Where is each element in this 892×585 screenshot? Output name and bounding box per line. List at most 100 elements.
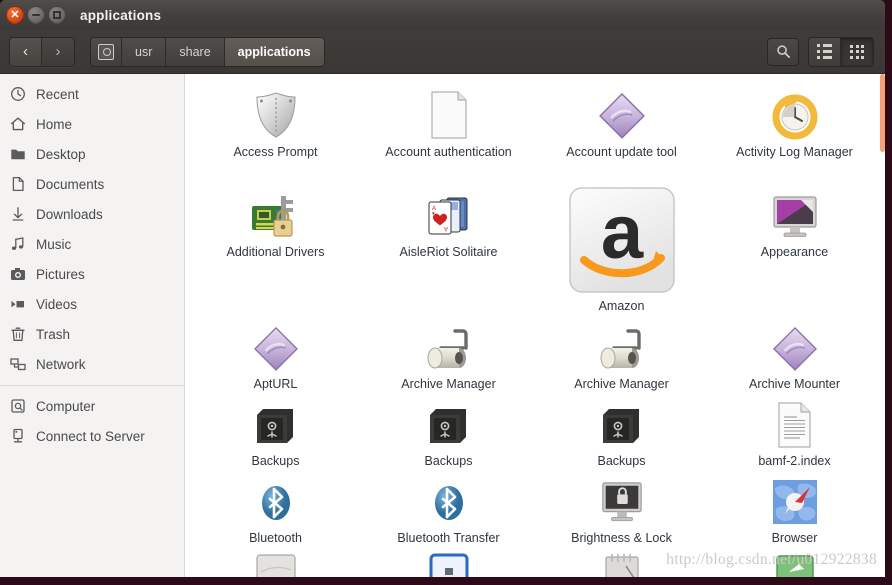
file-name: bamf-2.index — [758, 454, 831, 468]
file-item[interactable]: Additional Drivers — [189, 180, 362, 315]
file-item[interactable] — [362, 546, 535, 577]
sidebar-divider — [0, 385, 184, 386]
file-name: Archive Manager — [574, 377, 669, 391]
file-item[interactable]: Account update tool — [535, 80, 708, 180]
sidebar-item-pictures[interactable]: Pictures — [0, 259, 184, 289]
sidebar-item-label: Desktop — [36, 146, 86, 162]
file-item[interactable]: bamf-2.index — [708, 392, 881, 469]
sidebar-item-label: Connect to Server — [36, 428, 145, 444]
search-button[interactable] — [767, 37, 799, 66]
breadcrumb: usr share applications — [90, 36, 325, 67]
file-item[interactable]: Account authentication — [362, 80, 535, 180]
sidebar-item-desktop[interactable]: Desktop — [0, 139, 184, 169]
search-icon — [776, 45, 790, 58]
sidebar-item-label: Recent — [36, 86, 79, 102]
camera-icon — [9, 266, 26, 283]
breadcrumb-item-usr[interactable]: usr — [122, 37, 167, 66]
playing-cards-icon: A ♥ A — [425, 186, 473, 240]
file-name: Appearance — [760, 245, 829, 259]
minimize-button[interactable] — [27, 6, 45, 24]
file-item[interactable]: Backups — [189, 392, 362, 469]
file-item[interactable]: Appearance — [708, 180, 881, 315]
blank-document-icon — [428, 86, 470, 140]
file-item[interactable]: Backups — [535, 392, 708, 469]
back-button[interactable]: ‹ — [10, 37, 42, 66]
file-name: Brightness & Lock — [571, 531, 672, 545]
file-name: Archive Manager — [401, 377, 496, 391]
file-item[interactable]: Backups — [362, 392, 535, 469]
bluetooth-icon — [426, 475, 472, 526]
sidebar-item-recent[interactable]: Recent — [0, 79, 184, 109]
monitor-lock-icon — [599, 475, 645, 526]
file-item[interactable]: Access Prompt — [189, 80, 362, 180]
clock-icon — [9, 86, 26, 103]
sidebar-item-label: Downloads — [36, 206, 103, 222]
view-mode-group — [808, 36, 874, 67]
computer-disk-icon — [98, 43, 114, 60]
sidebar-item-documents[interactable]: Documents — [0, 169, 184, 199]
file-item[interactable]: A ♥ A AisleRiot Solitaire — [362, 180, 535, 315]
file-item[interactable]: Activity Log Manager — [708, 80, 881, 180]
file-name: Browser — [771, 531, 818, 545]
file-item[interactable]: Archive Manager — [535, 315, 708, 392]
folder-icon — [9, 146, 26, 163]
document-icon — [9, 176, 26, 193]
file-name: Account authentication — [385, 145, 512, 159]
sidebar-item-music[interactable]: Music — [0, 229, 184, 259]
file-item[interactable]: Bluetooth — [189, 469, 362, 546]
toolbar-right-group — [767, 36, 874, 67]
sidebar-item-label: Computer — [36, 398, 96, 414]
partial-icon — [600, 552, 644, 577]
sidebar-item-label: Network — [36, 356, 86, 372]
circuit-lock-icon — [250, 186, 302, 240]
file-name: Access Prompt — [233, 145, 318, 159]
list-view-button[interactable] — [809, 37, 841, 66]
file-item[interactable]: AptURL — [189, 315, 362, 392]
sidebar-item-label: Music — [36, 236, 72, 252]
sidebar: Recent Home Desktop Documents Downloads … — [0, 74, 185, 577]
clock-restore-icon — [771, 86, 819, 140]
window-controls: ✕ — [6, 6, 66, 24]
grid-view-button[interactable] — [841, 37, 873, 66]
video-icon — [9, 296, 26, 313]
sidebar-item-computer[interactable]: Computer — [0, 391, 184, 421]
sidebar-item-connect-to-server[interactable]: Connect to Server — [0, 421, 184, 451]
sidebar-item-downloads[interactable]: Downloads — [0, 199, 184, 229]
forward-button[interactable]: › — [42, 37, 74, 66]
file-name: AisleRiot Solitaire — [399, 245, 498, 259]
breadcrumb-item-applications[interactable]: applications — [224, 37, 324, 66]
file-item[interactable]: Brightness & Lock — [535, 469, 708, 546]
file-name: Bluetooth Transfer — [397, 531, 500, 545]
file-item[interactable]: Archive Manager — [362, 315, 535, 392]
close-button[interactable]: ✕ — [6, 6, 24, 24]
safe-vault-icon — [426, 398, 472, 449]
purple-diamond-icon — [598, 86, 646, 140]
sidebar-item-label: Home — [36, 116, 73, 132]
network-icon — [9, 356, 26, 373]
server-icon — [9, 428, 26, 445]
sidebar-item-network[interactable]: Network — [0, 349, 184, 379]
file-name: Archive Mounter — [748, 377, 840, 391]
file-item[interactable]: Browser — [708, 469, 881, 546]
file-roller-icon — [598, 321, 646, 372]
file-name: Backups — [597, 454, 646, 468]
maximize-button[interactable] — [48, 6, 66, 24]
file-name: Bluetooth — [249, 531, 302, 545]
breadcrumb-root-button[interactable] — [91, 37, 122, 66]
list-view-icon — [817, 44, 832, 59]
file-item[interactable]: Bluetooth Transfer — [362, 469, 535, 546]
file-name: Amazon — [598, 299, 645, 313]
file-item[interactable]: Archive Mounter — [708, 315, 881, 392]
download-icon — [9, 206, 26, 223]
sidebar-item-label: Documents — [36, 176, 105, 192]
monitor-purple-icon — [771, 186, 819, 240]
music-note-icon — [9, 236, 26, 253]
breadcrumb-item-share[interactable]: share — [166, 37, 225, 66]
file-listing[interactable]: Access Prompt Account authentication Acc… — [185, 74, 885, 577]
file-item[interactable]: a Amazon — [535, 180, 708, 315]
sidebar-item-home[interactable]: Home — [0, 109, 184, 139]
sidebar-item-trash[interactable]: Trash — [0, 319, 184, 349]
partial-icon — [254, 552, 298, 577]
sidebar-item-videos[interactable]: Videos — [0, 289, 184, 319]
file-item[interactable] — [189, 546, 362, 577]
